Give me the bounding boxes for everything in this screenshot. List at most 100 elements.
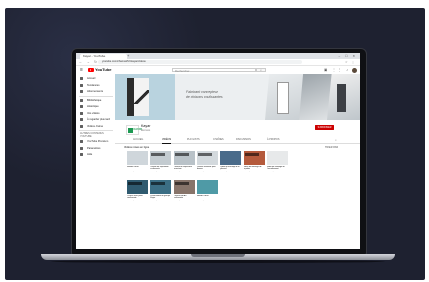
video-thumbnail[interactable]: CLOISON <box>173 151 195 165</box>
tab-0[interactable]: ACCUEIL <box>133 137 143 143</box>
sidebar-item[interactable]: Abonnements <box>76 89 115 94</box>
sidebar-item[interactable]: À regarder plus tard <box>76 117 115 122</box>
sidebar-item-label: Vidéos J'aime <box>87 124 104 128</box>
sidebar-item-label: Abonnements <box>87 90 104 93</box>
tab-1[interactable]: VIDÉOS <box>162 137 172 144</box>
video-card[interactable]: CLOISON Cloison de séparation ouverture vu… <box>173 151 195 175</box>
history-icon <box>80 105 83 108</box>
banner-door <box>277 82 289 114</box>
banner-tagline-line2: de cloisons coulissantes <box>186 95 223 99</box>
sidebar-item[interactable]: Bibliothèque <box>76 98 115 103</box>
gear-icon <box>80 146 83 150</box>
header-action-icons[interactable]: ▣ ⋮⋮ ♪ <box>324 67 350 73</box>
sidebar-item-label: Bibliothèque <box>87 98 102 102</box>
video-title[interactable]: Présentation du groupe Kayar <box>150 195 171 200</box>
youtube-logo-text[interactable]: YouTube <box>95 67 112 73</box>
subscribe-button[interactable]: S'ABONNER <box>315 125 334 130</box>
channel-tabs: ⌕ ACCUEIL VIDÉOS PLAYLISTS CHAÎNES DISCUSSIO… <box>115 137 360 144</box>
sidebar-item[interactable]: Vidéos J'aime <box>76 124 115 129</box>
video-card[interactable]: KAYAR Cloison avec porte coulissante vues … <box>127 180 148 204</box>
video-title[interactable]: Cloison amovible pour bureau <box>197 166 218 171</box>
background-scene: Kayar - YouTube + – ☐ ✕ ← → ↻ youtube.co… <box>5 8 425 280</box>
play-icon <box>80 111 83 115</box>
subscriptions-icon <box>80 90 83 93</box>
video-card[interactable]: CLOISON Cloison amovible pour bureau vues … <box>196 151 218 175</box>
video-card[interactable]: KAYAR Cloison KAYAR coulissante vues • il … <box>173 180 195 204</box>
sidebar-item[interactable]: Vos vidéos <box>76 111 115 116</box>
banner-door <box>337 84 346 112</box>
video-meta: vues • il y a <box>196 171 205 172</box>
sidebar-item[interactable]: Historique <box>76 104 115 109</box>
tab-3[interactable]: CHAÎNES <box>213 137 224 143</box>
video-thumbnail[interactable]: MONTAGE <box>243 151 265 165</box>
tab-5[interactable]: À PROPOS <box>267 137 280 143</box>
sidebar-divider <box>79 130 113 131</box>
video-meta: vues • il y a <box>173 200 182 201</box>
video-thumbnail[interactable]: KAYAR <box>150 180 172 194</box>
video-thumbnail[interactable] <box>220 151 242 165</box>
video-title[interactable]: Cloison avec porte coulissante <box>127 195 148 200</box>
sidebar-section-label: AUTRES CONTENUS YOUTUBE <box>80 132 104 138</box>
video-card[interactable]: KAYAR RÉNO vues • il y a <box>196 180 218 204</box>
sidebar-item-label: Vos vidéos <box>87 111 100 115</box>
video-title[interactable]: Cloison KAYAR coulissante <box>174 195 195 200</box>
sidebar: Accueil Tendances Abonnements Bibliothèque H… <box>76 74 115 249</box>
sidebar-item[interactable]: Tendances <box>76 83 115 88</box>
video-title[interactable]: Vidéo de montage d'un placard <box>220 166 241 171</box>
sidebar-divider <box>79 95 113 96</box>
video-thumbnail[interactable] <box>127 151 148 165</box>
avatar[interactable] <box>352 68 357 73</box>
video-card[interactable]: Vidéo de montage de l'encadrement vues • … <box>266 151 288 175</box>
video-title[interactable]: Cloison de séparation coulissante <box>150 166 171 171</box>
sidebar-item[interactable]: YouTube Premium <box>76 139 115 144</box>
video-title[interactable]: Cloison de séparation ouverture <box>174 166 195 171</box>
extensions-icons[interactable]: ☆ ⋮ <box>345 59 356 65</box>
video-thumbnail[interactable]: CLOISON <box>196 151 218 165</box>
channel-name[interactable]: Kayar <box>141 124 150 128</box>
sidebar-item[interactable]: Aide <box>76 152 115 157</box>
video-card[interactable]: Vidéo de montage d'un placard vues • il y… <box>220 151 242 175</box>
video-meta: vues • il y a <box>196 200 205 201</box>
sidebar-item[interactable]: Accueil <box>76 76 115 81</box>
video-title[interactable]: Vidéo de montage de l'encadrement <box>267 166 288 171</box>
laptop-shadow <box>51 260 385 263</box>
youtube-logo-icon[interactable] <box>88 68 94 72</box>
tab-4[interactable]: DISCUSSION <box>236 137 251 143</box>
help-icon <box>80 153 83 156</box>
video-card[interactable]: KAYAR Présentation du groupe Kayar vues • … <box>150 180 172 204</box>
video-title[interactable]: KAYAR RÉNO <box>197 195 218 197</box>
video-card[interactable]: MONTAGE Vidéo de montage de façades vues •… <box>243 151 265 175</box>
tab-2[interactable]: PLAYLISTS <box>187 137 200 143</box>
video-thumbnail[interactable] <box>266 151 288 165</box>
channel-logo[interactable]: KAYAR <box>126 125 142 135</box>
sidebar-item-label: Paramètres <box>87 146 101 150</box>
sidebar-item-label: Aide <box>87 153 93 156</box>
hamburger-menu-icon[interactable]: ≡ <box>80 67 83 73</box>
thumbnail-caption: CLOISON <box>197 153 212 156</box>
thumbnail-caption: KAYAR <box>128 182 142 185</box>
video-card[interactable]: KAYAR RÉNO vues • il y a <box>127 151 148 175</box>
search-input[interactable]: Rechercher <box>172 68 256 73</box>
video-title[interactable]: KAYAR RÉNO <box>127 166 148 168</box>
sort-button[interactable]: TRIER PAR <box>325 146 338 149</box>
video-title[interactable]: Vidéo de montage de façades <box>244 166 265 171</box>
search-icon[interactable]: ⌕ <box>335 137 337 143</box>
clock-icon <box>80 118 83 121</box>
sidebar-item[interactable]: Paramètres <box>76 146 115 151</box>
url-input[interactable]: youtube.com/channel/UCkayar/videos <box>98 60 302 64</box>
search-icon[interactable]: ⌕ <box>256 68 266 72</box>
video-meta: vues • il y a <box>150 171 159 172</box>
thumbnail-caption: KAYAR <box>151 182 166 185</box>
back-forward-reload-icons[interactable]: ← → ↻ <box>79 59 98 65</box>
video-thumbnail[interactable]: CLOISON <box>150 151 172 165</box>
sidebar-item-label: Tendances <box>87 83 100 87</box>
video-thumbnail[interactable] <box>196 180 218 194</box>
video-meta: vues • il y a <box>127 200 136 201</box>
thumbnail-caption: KAYAR <box>174 182 189 185</box>
laptop-notch <box>191 254 245 257</box>
video-card[interactable]: CLOISON Cloison de séparation coulissante… <box>150 151 172 175</box>
youtube-icon <box>80 140 83 143</box>
thumb-up-icon <box>80 124 83 128</box>
video-thumbnail[interactable]: KAYAR <box>173 180 195 194</box>
video-thumbnail[interactable]: KAYAR <box>127 180 148 194</box>
